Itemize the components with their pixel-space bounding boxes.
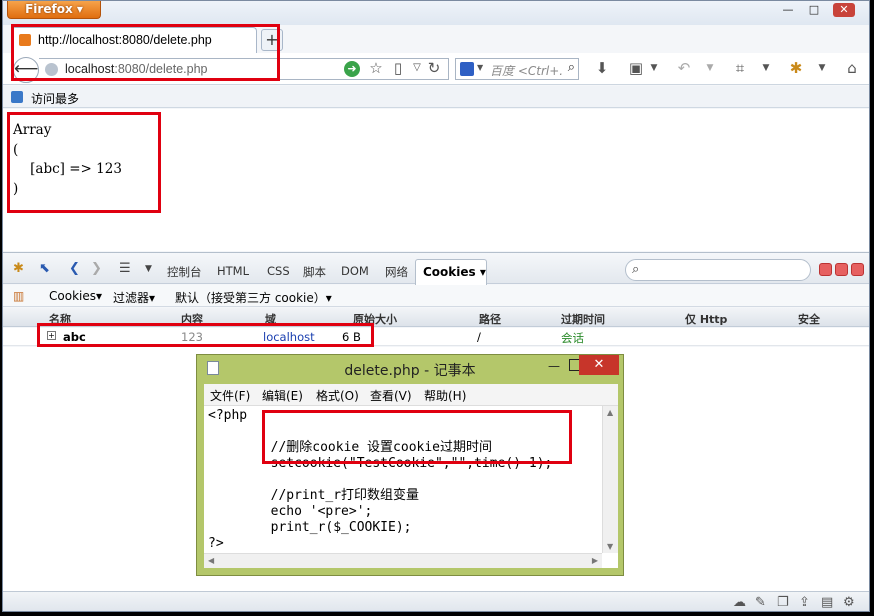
download-icon[interactable]: ⬇: [593, 59, 611, 77]
firebug-search-input[interactable]: ⌕: [625, 259, 811, 281]
home-icon[interactable]: ⌂: [843, 59, 861, 77]
bookmark-star-icon[interactable]: ☆: [367, 59, 385, 77]
tools-icon[interactable]: ✎: [755, 595, 766, 610]
scroll-left-icon[interactable]: ◀: [208, 556, 214, 565]
menu-help[interactable]: 帮助(H): [424, 387, 466, 404]
filter-menu[interactable]: 过滤器▾: [113, 289, 155, 306]
firebug-minimize-icon[interactable]: [819, 263, 832, 276]
menu-file[interactable]: 文件(F): [210, 387, 250, 404]
firebug-search-icon: ⌕: [632, 262, 640, 277]
minimize-icon[interactable]: —: [779, 3, 797, 17]
bookmarks-toolbar: 访问最多: [3, 86, 869, 108]
tab-net[interactable]: 网络: [385, 264, 408, 280]
crop-icon[interactable]: ⌗: [731, 59, 749, 77]
share-icon[interactable]: ⇪: [799, 595, 810, 610]
menu-view[interactable]: 查看(V): [370, 387, 412, 404]
back-arrow-icon[interactable]: ❮: [69, 261, 80, 277]
tab-cookies[interactable]: Cookies ▾: [415, 259, 487, 285]
save-icon[interactable]: ▤: [821, 595, 833, 610]
search-box[interactable]: ▼ 百度 <Ctrl+. ⌕: [455, 58, 579, 80]
col-path[interactable]: 路径: [479, 311, 501, 327]
notepad-menu-bar: 文件(F) 编辑(E) 格式(O) 查看(V) 帮助(H): [204, 384, 618, 406]
notepad-title-bar: delete.php - 记事本 — ✕: [197, 355, 623, 383]
highlight-box-url: [11, 24, 280, 81]
notepad-close-icon[interactable]: ✕: [579, 355, 619, 375]
scroll-right-icon[interactable]: ▶: [592, 556, 598, 565]
menu-edit[interactable]: 编辑(E): [262, 387, 303, 404]
scroll-up-icon[interactable]: ▲: [607, 408, 613, 417]
mobile-icon[interactable]: ▯: [389, 59, 407, 77]
cookie-expires: 会话: [561, 331, 584, 345]
settings-icon[interactable]: ⚙: [843, 595, 855, 610]
firebug-icon[interactable]: ✱: [787, 59, 805, 77]
tab-html[interactable]: HTML: [217, 264, 249, 278]
baidu-icon: [460, 62, 474, 76]
reload-icon[interactable]: ↻: [425, 59, 443, 77]
highlight-box-code: [262, 410, 572, 464]
bookmarks-dropdown-icon[interactable]: ▼: [645, 59, 663, 77]
close-icon[interactable]: ✕: [833, 3, 855, 17]
firebug-close-icon[interactable]: [851, 263, 864, 276]
highlight-box-cookie-row: [37, 323, 374, 347]
forward-arrow-icon[interactable]: ❯: [91, 261, 102, 277]
undo-icon[interactable]: ↶: [675, 59, 693, 77]
cookie-jar-icon: ▥: [13, 289, 25, 303]
bookmarks-menu-icon[interactable]: ▣: [627, 59, 645, 77]
col-http-only[interactable]: 仅 Http: [685, 311, 727, 327]
undo-dropdown-icon[interactable]: ▼: [701, 59, 719, 77]
tab-css[interactable]: CSS: [267, 264, 290, 278]
panel-dropdown-icon[interactable]: ▼: [145, 261, 152, 277]
title-bar: Firefox ▾ — □ ✕: [3, 1, 869, 25]
horizontal-scrollbar[interactable]: ◀ ▶: [204, 553, 602, 568]
list-icon[interactable]: ☰: [119, 261, 131, 277]
firebug-detach-icon[interactable]: [835, 263, 848, 276]
default-policy-menu[interactable]: 默认（接受第三方 cookie）▾: [175, 289, 332, 306]
status-bar: ☁ ✎ ❐ ⇪ ▤ ⚙: [3, 591, 869, 611]
inspect-icon[interactable]: ⬉: [39, 261, 50, 277]
menu-format[interactable]: 格式(O): [316, 387, 359, 404]
crop-dropdown-icon[interactable]: ▼: [757, 59, 775, 77]
firebug-toolbar: ✱ ⬉ ❮ ❯ ☰ ▼ 控制台 HTML CSS 脚本 DOM 网络 Cooki…: [3, 252, 869, 285]
addon-icon[interactable]: ☁: [733, 595, 746, 610]
tab-dom[interactable]: DOM: [341, 264, 369, 278]
bookmark-most-visited[interactable]: 访问最多: [31, 90, 79, 107]
search-icon[interactable]: ⌕: [568, 60, 575, 75]
history-dropdown-icon[interactable]: ▽: [408, 59, 426, 77]
maximize-icon[interactable]: □: [805, 3, 823, 17]
search-placeholder: 百度 <Ctrl+.: [490, 64, 564, 78]
firebug-logo-icon[interactable]: ✱: [13, 261, 24, 277]
engine-dropdown-icon[interactable]: ▼: [477, 63, 483, 72]
highlight-box-output: [7, 112, 161, 213]
firefox-menu-button[interactable]: Firefox ▾: [7, 1, 101, 19]
notepad-minimize-icon[interactable]: —: [544, 359, 564, 375]
col-secure[interactable]: 安全: [798, 311, 820, 327]
firebug-dropdown-icon[interactable]: ▼: [813, 59, 831, 77]
notepad-window: delete.php - 记事本 — ✕ 文件(F) 编辑(E) 格式(O) 查…: [196, 354, 624, 576]
col-expires[interactable]: 过期时间: [561, 311, 605, 327]
go-icon[interactable]: ➜: [344, 61, 360, 77]
screens-icon[interactable]: ❐: [777, 595, 789, 610]
scroll-down-icon[interactable]: ▼: [607, 542, 613, 551]
bookmark-folder-icon: [11, 91, 23, 103]
tab-console[interactable]: 控制台: [167, 264, 202, 280]
vertical-scrollbar[interactable]: ▲ ▼: [602, 406, 618, 553]
cookie-path: /: [477, 330, 481, 344]
cookies-toolbar: ▥ Cookies▾ 过滤器▾ 默认（接受第三方 cookie）▾: [3, 285, 869, 307]
tab-script[interactable]: 脚本: [303, 264, 326, 280]
cookies-menu[interactable]: Cookies▾: [49, 289, 102, 303]
